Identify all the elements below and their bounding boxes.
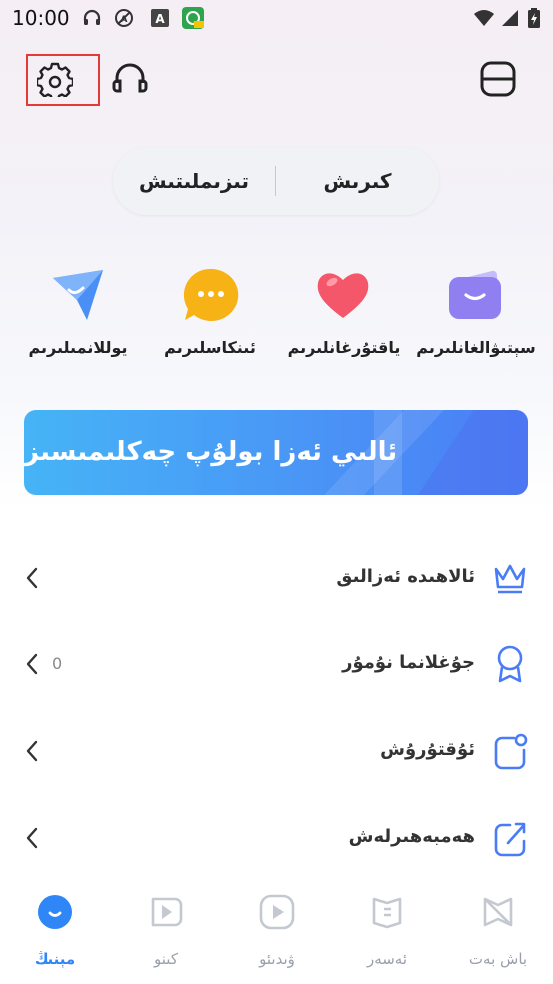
chat-icon [183, 268, 239, 321]
battery-icon [528, 8, 540, 28]
medal-icon [497, 645, 523, 683]
purchases-label: سېتىۋالغانلىرىم [416, 338, 536, 357]
status-time: 10:00 [12, 6, 70, 30]
posts-label: يوللانمىلىرىم [28, 338, 128, 357]
menu-row-share[interactable]: ھەمبەھىرلەش [0, 808, 553, 868]
banner-text: ئالىي ئەزا بولۇپ چەكلىمىسىز ئىشلىتىڭ [24, 437, 398, 467]
nav-video[interactable] [237, 893, 317, 935]
chevron-left-icon [26, 567, 38, 589]
menu-label-vip: ئالاھىدە ئەزالىق [336, 566, 475, 587]
nav-video-label: ۋىدىئو [259, 950, 295, 968]
app-notification-icon [182, 7, 204, 29]
menu-row-vip[interactable]: ئالاھىدە ئەزالىق [0, 548, 553, 608]
home-icon [483, 897, 513, 927]
signal-icon [502, 10, 518, 26]
svg-text:A: A [121, 15, 128, 25]
gear-icon [37, 62, 73, 97]
chevron-left-icon [26, 827, 38, 849]
favorites-shortcut[interactable] [313, 265, 373, 325]
profile-icon [38, 895, 72, 929]
status-bar: 10:00 A A [0, 0, 553, 38]
a-icon: A [151, 9, 169, 27]
comments-label: ئىنكاسلىرىم [164, 338, 256, 357]
nav-home-label: باش بەت [468, 950, 528, 968]
points-count: 0 [52, 654, 63, 673]
video-icon [259, 894, 295, 930]
posts-shortcut[interactable] [48, 265, 108, 325]
favorites-label: ياقتۇرغانلىرىم [287, 338, 401, 357]
scan-icon [480, 61, 516, 97]
purchases-shortcut[interactable] [445, 265, 505, 325]
login-button[interactable]: كىرىش [276, 147, 439, 215]
menu-label-points: جۇغلانما نۇمۇر [342, 652, 475, 673]
register-button[interactable]: تىزىملىتىش [113, 147, 275, 215]
wifi-icon [474, 10, 494, 26]
menu-row-points[interactable]: 0 جۇغلانما نۇمۇر [0, 634, 553, 694]
customer-support-button[interactable] [108, 58, 152, 100]
share-icon [494, 822, 526, 857]
nav-movie-label: كىنو [154, 950, 178, 968]
vip-banner[interactable]: ئالىي ئەزا بولۇپ چەكلىمىسىز ئىشلىتىڭ [24, 410, 528, 495]
menu-row-notifications[interactable]: ئۇقتۇرۇش [0, 721, 553, 781]
notification-icon [494, 733, 528, 770]
comments-shortcut[interactable] [181, 265, 241, 325]
movie-icon [151, 897, 183, 927]
menu-label-notifications: ئۇقتۇرۇش [380, 739, 475, 760]
headset-icon [112, 63, 148, 93]
book-icon [372, 897, 402, 929]
nav-profile-label: مېنىڭ [34, 950, 76, 968]
svg-text:A: A [155, 12, 165, 26]
headphones-icon [83, 9, 101, 25]
chevron-left-icon [26, 740, 38, 762]
nav-home[interactable] [458, 893, 538, 935]
nav-book[interactable] [347, 893, 427, 935]
heart-icon [317, 273, 369, 318]
nav-profile[interactable] [15, 893, 95, 935]
wallet-icon [449, 270, 501, 319]
menu-label-share: ھەمبەھىرلەش [348, 826, 475, 847]
no-dnd-icon: A [115, 9, 133, 27]
nav-book-label: ئەسەر [366, 950, 408, 968]
chevron-left-icon [26, 653, 38, 675]
scan-button[interactable] [475, 58, 521, 100]
settings-button[interactable] [34, 58, 76, 100]
auth-pill: تىزىملىتىش كىرىش [113, 147, 439, 215]
nav-movie[interactable] [126, 893, 206, 935]
crown-icon [494, 564, 526, 594]
send-icon [53, 270, 103, 320]
